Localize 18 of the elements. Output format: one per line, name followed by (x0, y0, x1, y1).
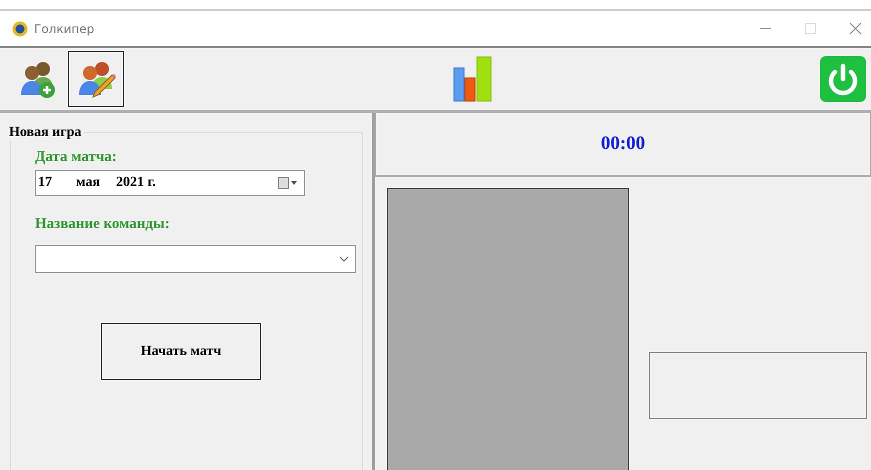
ball-icon (12, 20, 28, 36)
calendar-dropdown-icon[interactable] (278, 177, 298, 189)
power-button-icon[interactable] (819, 55, 867, 103)
date-field[interactable]: 17 мая 2021 г. (35, 170, 305, 196)
toolbar-button[interactable] (68, 51, 124, 107)
field-label: Название команды: (35, 216, 171, 233)
timer: 00:00 (600, 133, 646, 155)
field-label: Дата матча: (35, 149, 118, 166)
bar-chart-icon[interactable] (452, 56, 492, 102)
users-pencil-icon (76, 59, 116, 99)
start-match-button[interactable]: Начать матч (101, 323, 261, 380)
chevron-down-icon (339, 256, 349, 262)
minimize-icon[interactable] (760, 28, 771, 30)
group-title: Новая игра (9, 125, 84, 141)
team-select[interactable] (35, 245, 356, 273)
close-icon[interactable] (850, 23, 861, 34)
users-add-icon (19, 59, 57, 99)
window-title: Голкипер (34, 22, 96, 36)
